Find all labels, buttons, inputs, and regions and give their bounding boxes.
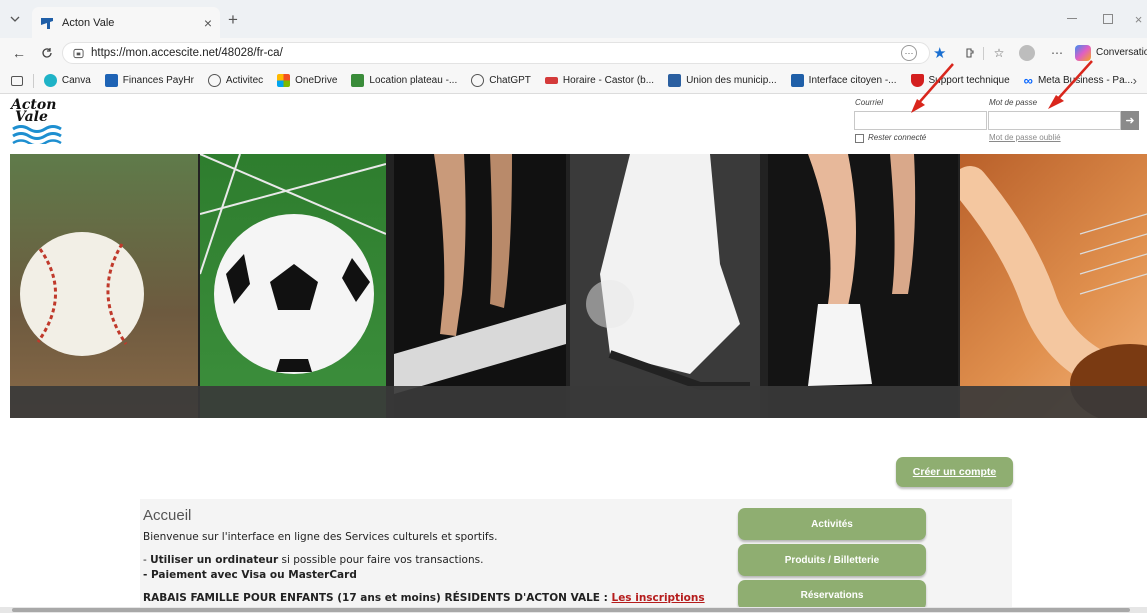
acton-vale-logo[interactable]: Acton Vale bbox=[11, 98, 71, 153]
login-arrow-button[interactable]: ➜ bbox=[1121, 111, 1139, 130]
umq-icon bbox=[668, 74, 682, 87]
conversation-label[interactable]: Conversation bbox=[1096, 47, 1147, 58]
browser-tab[interactable]: Acton Vale × bbox=[32, 7, 220, 38]
bookmark-finances-payhr[interactable]: Finances PayHr bbox=[104, 74, 194, 87]
bookmarks-bar: Canva Finances PayHr Activitec OneDrive … bbox=[0, 68, 1147, 94]
email-label: Courriel bbox=[855, 98, 884, 107]
bookmark-chatgpt[interactable]: ChatGPT bbox=[471, 74, 531, 87]
castor-icon bbox=[544, 77, 558, 84]
activites-button[interactable]: Activités bbox=[738, 508, 926, 540]
tab-title: Acton Vale bbox=[62, 16, 115, 29]
payhr-icon bbox=[104, 74, 118, 87]
close-tab-icon[interactable]: × bbox=[204, 15, 212, 31]
location-icon bbox=[351, 74, 365, 87]
rabais-text: RABAIS FAMILLE POUR ENFANTS (17 ans et m… bbox=[143, 592, 612, 604]
logo-waves-icon bbox=[12, 125, 62, 147]
welcome-panel: Accueil Bienvenue sur l'interface en lig… bbox=[140, 499, 1012, 613]
bookmark-onedrive[interactable]: OneDrive bbox=[277, 74, 337, 87]
acton-vale-favicon-icon bbox=[41, 17, 53, 29]
sports-banner bbox=[10, 154, 1147, 418]
banner-soccer-image bbox=[199, 154, 387, 418]
rabais-notice: RABAIS FAMILLE POUR ENFANTS (17 ans et m… bbox=[143, 592, 705, 604]
url-text: https://mon.accescite.net/48028/fr-ca/ bbox=[91, 47, 283, 59]
computer-advice: - Utiliser un ordinateur si possible pou… bbox=[143, 554, 483, 566]
reservations-button[interactable]: Réservations bbox=[738, 580, 926, 610]
horizontal-scrollbar[interactable] bbox=[0, 607, 1147, 613]
browser-tab-strip: Acton Vale × + × bbox=[0, 0, 1147, 38]
minimize-icon[interactable] bbox=[1062, 12, 1082, 26]
citoyen-icon bbox=[790, 74, 804, 87]
forgot-password-link[interactable]: Mot de passe oublié bbox=[989, 133, 1061, 142]
banner-guitar-image bbox=[952, 154, 1147, 418]
annotation-arrow-email-icon bbox=[911, 63, 954, 113]
collections-icon[interactable] bbox=[11, 75, 23, 86]
bookmark-activitec[interactable]: Activitec bbox=[207, 74, 263, 87]
bookmarks-divider bbox=[32, 73, 34, 88]
inscriptions-link[interactable]: Les inscriptions bbox=[612, 592, 705, 604]
banner-caption-bar bbox=[10, 386, 1147, 418]
welcome-title: Accueil bbox=[143, 507, 192, 524]
bookmarks-overflow-chevron-icon[interactable]: › bbox=[1133, 73, 1137, 88]
remember-label: Rester connecté bbox=[868, 133, 927, 142]
payment-info: - Paiement avec Visa ou MasterCard bbox=[143, 569, 357, 581]
bookmark-union-municip[interactable]: Union des municip... bbox=[668, 74, 777, 87]
banner-gymnastics-image bbox=[394, 154, 566, 418]
toolbar-divider bbox=[983, 47, 984, 60]
close-window-icon[interactable]: × bbox=[1130, 10, 1147, 28]
bookmark-canva[interactable]: Canva bbox=[43, 74, 91, 87]
maximize-icon[interactable] bbox=[1098, 12, 1118, 26]
browser-toolbar: ← https://mon.accescite.net/48028/fr-ca/… bbox=[0, 38, 1147, 68]
computer-advice-rest: si possible pour faire vos transactions. bbox=[278, 554, 484, 566]
bookmark-interface-citoyen[interactable]: Interface citoyen -... bbox=[790, 74, 897, 87]
new-tab-button[interactable]: + bbox=[224, 10, 242, 29]
annotation-arrow-password-icon bbox=[1048, 60, 1093, 109]
banner-hockey-skate-image bbox=[570, 154, 760, 418]
bookmark-location-plateau[interactable]: Location plateau -... bbox=[351, 74, 457, 87]
welcome-text: Bienvenue sur l'interface en ligne des S… bbox=[143, 531, 498, 543]
scrollbar-thumb[interactable] bbox=[12, 608, 1130, 612]
produits-billetterie-button[interactable]: Produits / Billetterie bbox=[738, 544, 926, 576]
tab-list-chevron-icon[interactable] bbox=[6, 11, 24, 27]
remember-checkbox[interactable] bbox=[855, 134, 864, 143]
banner-figure-skating-image bbox=[768, 154, 958, 418]
site-info-icon[interactable] bbox=[73, 48, 84, 59]
chatgpt-icon bbox=[471, 74, 485, 87]
canva-icon bbox=[43, 74, 57, 87]
banner-baseball-image bbox=[10, 154, 198, 418]
bookmark-horaire-castor[interactable]: Horaire - Castor (b... bbox=[544, 75, 654, 86]
web-page: Acton Vale Courriel Mot de passe ➜ Reste… bbox=[0, 60, 1147, 613]
computer-advice-bold: Utiliser un ordinateur bbox=[150, 554, 279, 566]
address-bar[interactable]: https://mon.accescite.net/48028/fr-ca/ ⋯… bbox=[62, 42, 946, 64]
favorites-icon[interactable]: ☆ bbox=[990, 44, 1008, 62]
refresh-icon[interactable] bbox=[38, 44, 56, 62]
logo-text-vale: Vale bbox=[15, 109, 48, 125]
back-icon[interactable]: ← bbox=[10, 44, 28, 62]
onedrive-icon bbox=[277, 74, 291, 87]
create-account-button[interactable]: Créer un compte bbox=[896, 457, 1013, 487]
globe-icon bbox=[207, 74, 221, 87]
